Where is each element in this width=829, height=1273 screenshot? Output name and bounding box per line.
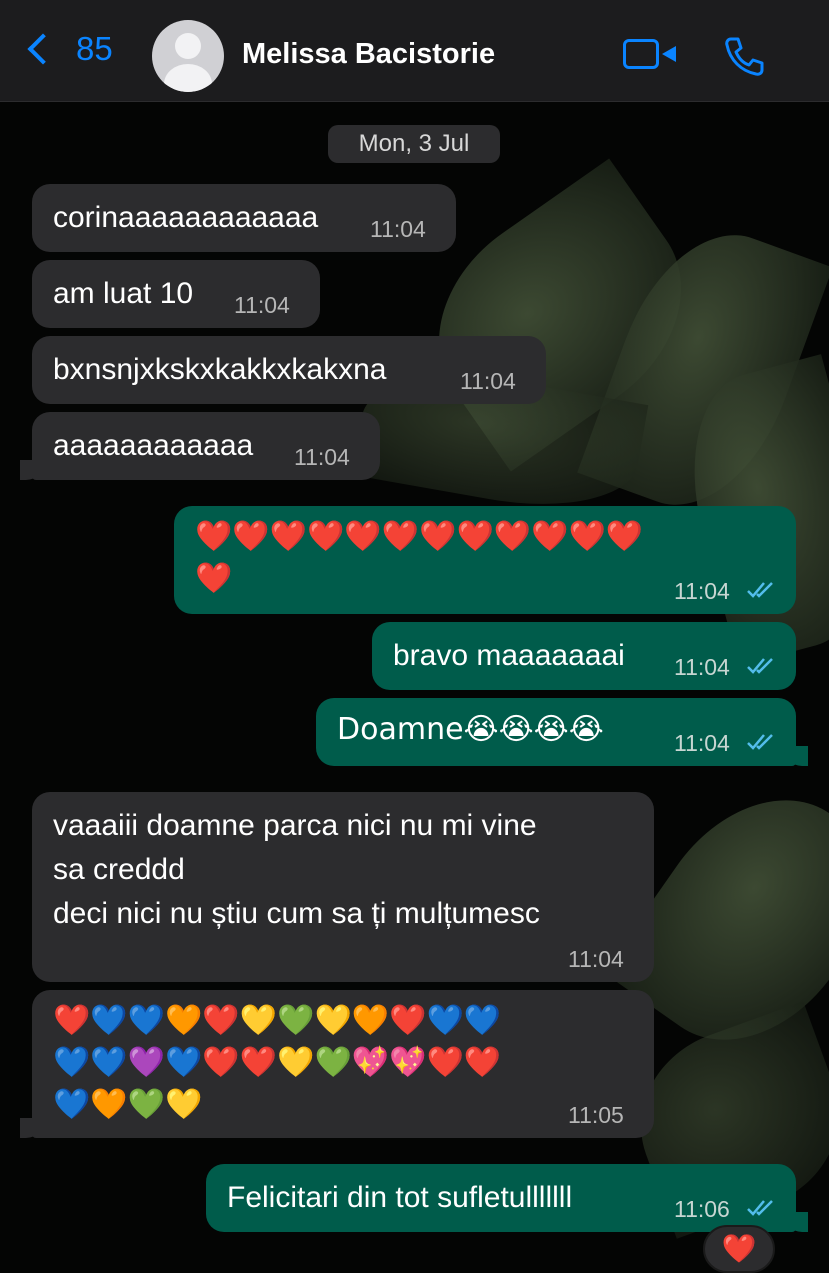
message-text: vaaaiii doamne parca nici nu mi vine sa … xyxy=(53,809,540,930)
message-text: Doamne😭😭😭😭 xyxy=(337,712,604,747)
message-time: 11:04 xyxy=(568,946,624,972)
message-time: 11:04 xyxy=(370,216,426,242)
date-separator: Mon, 3 Jul xyxy=(328,125,500,163)
video-camera-icon[interactable] xyxy=(623,39,676,69)
message-text: ❤️💙💙🧡❤️💛💚💛🧡❤️💙💙 💙💙💜💙❤️❤️💛💚💖💖❤️❤️ 💙🧡💚💛 xyxy=(53,1003,502,1122)
message-time: 11:04 xyxy=(294,444,350,470)
message-text: Felicitari din tot sufletulllllll xyxy=(227,1181,573,1214)
message-time: 11:04 xyxy=(460,368,516,394)
message-bubble-incoming[interactable]: corinaaaaaaaaaaaa 11:04 xyxy=(32,184,456,252)
chat-header: 85 Melissa Bacistorie xyxy=(0,0,829,102)
message-bubble-incoming[interactable]: vaaaiii doamne parca nici nu mi vine sa … xyxy=(32,792,654,982)
message-time: 11:05 xyxy=(568,1102,624,1128)
read-receipt-icon xyxy=(747,658,773,674)
message-text: am luat 10 xyxy=(53,277,194,310)
read-receipt-icon xyxy=(747,1200,773,1216)
message-text: corinaaaaaaaaaaaa xyxy=(53,201,319,234)
message-time: 11:06 xyxy=(674,1196,730,1222)
default-avatar-icon xyxy=(175,33,201,59)
message-text: aaaaaaaaaaaa xyxy=(53,429,254,462)
message-bubble-incoming[interactable]: bxnsnjxkskxkakkxkakxna 11:04 xyxy=(32,336,546,404)
message-bubble-outgoing[interactable]: Felicitari din tot sufletulllllll 11:06 xyxy=(206,1164,808,1232)
message-time: 11:04 xyxy=(674,654,730,680)
message-text: ❤️❤️❤️❤️❤️❤️❤️❤️❤️❤️❤️❤️ ❤️ xyxy=(195,519,644,596)
message-bubble-outgoing[interactable]: bravo maaaaaaai 11:04 xyxy=(372,622,796,690)
read-receipt-icon xyxy=(747,582,773,598)
back-button[interactable]: 85 xyxy=(24,30,113,68)
message-bubble-outgoing[interactable]: Doamne😭😭😭😭 11:04 xyxy=(316,698,808,766)
message-text: bxnsnjxkskxkakkxkakxna xyxy=(53,353,387,386)
message-bubble-incoming[interactable]: am luat 10 11:04 xyxy=(32,260,320,328)
message-reaction[interactable]: ❤️ xyxy=(703,1225,775,1273)
contact-name[interactable]: Melissa Bacistorie xyxy=(242,38,495,71)
avatar[interactable] xyxy=(152,20,224,92)
unread-count: 85 xyxy=(76,30,113,67)
chevron-left-icon xyxy=(27,33,59,65)
message-bubble-incoming[interactable]: ❤️💙💙🧡❤️💛💚💛🧡❤️💙💙 💙💙💜💙❤️❤️💛💚💖💖❤️❤️ 💙🧡💚💛 11… xyxy=(20,990,654,1138)
message-time: 11:04 xyxy=(674,578,730,604)
read-receipt-icon xyxy=(747,734,773,750)
message-bubble-incoming[interactable]: aaaaaaaaaaaa 11:04 xyxy=(20,412,380,480)
phone-icon[interactable] xyxy=(722,34,766,78)
message-time: 11:04 xyxy=(674,730,730,756)
message-bubble-outgoing[interactable]: ❤️❤️❤️❤️❤️❤️❤️❤️❤️❤️❤️❤️ ❤️ 11:04 xyxy=(174,506,796,614)
message-text: bravo maaaaaaai xyxy=(393,639,625,672)
message-time: 11:04 xyxy=(234,292,290,318)
